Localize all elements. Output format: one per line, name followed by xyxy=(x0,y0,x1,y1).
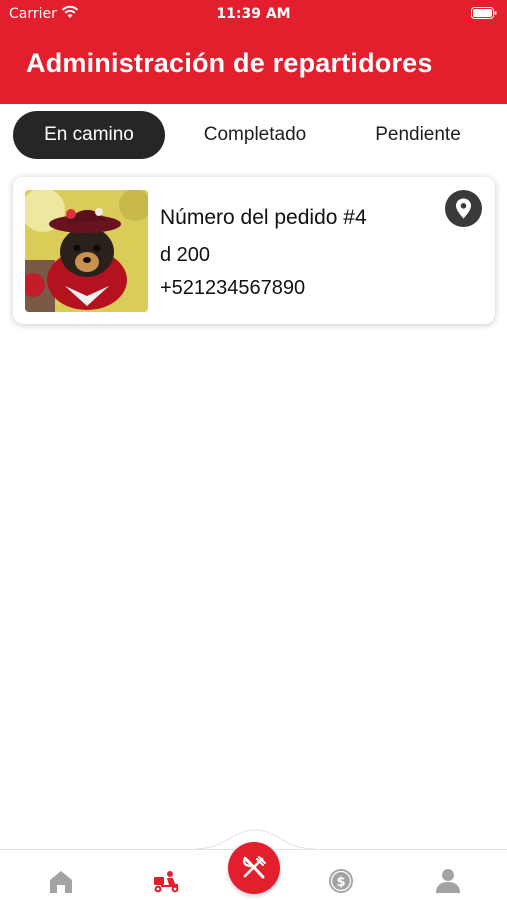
nav-payments[interactable]: $ xyxy=(326,866,356,896)
order-card[interactable]: Número del pedido #4 d 200 +521234567890 xyxy=(13,177,495,324)
dog-photo-image xyxy=(25,190,148,312)
order-amount: d 200 xyxy=(160,244,211,266)
delivery-scooter-icon xyxy=(154,871,179,893)
map-pin-icon xyxy=(456,198,471,219)
page-title: Administración de repartidores xyxy=(26,48,433,78)
svg-text:$: $ xyxy=(336,875,345,890)
nav-home[interactable] xyxy=(46,866,76,896)
nav-profile[interactable] xyxy=(433,866,463,896)
status-time: 11:39 AM xyxy=(216,6,291,22)
fork-knife-icon xyxy=(242,856,266,879)
center-restaurant-button[interactable] xyxy=(228,842,280,894)
battery-icon xyxy=(471,7,497,19)
user-icon xyxy=(436,869,460,893)
order-phone: +521234567890 xyxy=(160,277,306,299)
nav-delivery[interactable] xyxy=(151,866,181,896)
location-button[interactable] xyxy=(445,190,482,227)
tab-pendiente[interactable]: Pendiente xyxy=(353,111,483,159)
home-icon xyxy=(50,871,72,893)
tab-completado[interactable]: Completado xyxy=(181,111,329,159)
status-tabs: En camino Completado Pendiente xyxy=(13,111,495,159)
app-screen: Carrier 11:39 AM Administración de repar… xyxy=(0,0,507,900)
order-photo xyxy=(25,190,148,312)
status-bar: Carrier 11:39 AM xyxy=(0,0,507,28)
header-bar: Carrier 11:39 AM Administración de repar… xyxy=(0,0,507,104)
tab-en-camino[interactable]: En camino xyxy=(13,111,165,159)
order-number: Número del pedido #4 xyxy=(160,206,367,229)
dollar-coin-icon: $ xyxy=(329,869,353,893)
